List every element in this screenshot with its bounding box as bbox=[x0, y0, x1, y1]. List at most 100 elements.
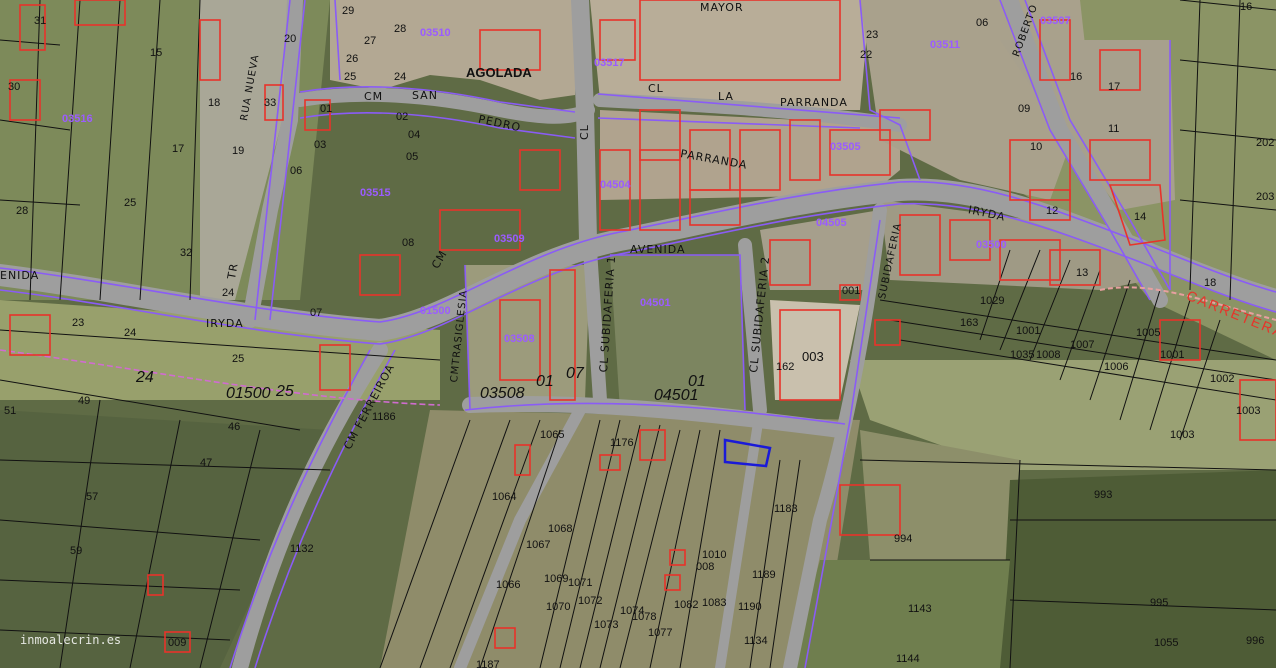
parcel-number: 001 bbox=[842, 285, 861, 297]
sector-label-04501: 04501 bbox=[654, 387, 699, 404]
sector-code: 03511 bbox=[930, 39, 960, 51]
parcel-number: 1144 bbox=[896, 653, 920, 665]
parcel-number: 162 bbox=[776, 361, 795, 373]
parcel-number: 10 bbox=[1030, 141, 1043, 153]
parcel-number: 163 bbox=[960, 317, 979, 329]
terrain-field-sse bbox=[790, 560, 1010, 668]
parcel-number: 46 bbox=[228, 421, 241, 433]
parcel-number: 1007 bbox=[1070, 339, 1095, 351]
sector-label-04501-num: 01 bbox=[688, 373, 706, 390]
parcel-number: 03 bbox=[314, 139, 327, 151]
parcel-number: 30 bbox=[8, 81, 21, 93]
parcel-number: 1069 bbox=[544, 573, 569, 585]
sector-label-03508-num: 01 bbox=[536, 373, 554, 390]
sector-code: 03505 bbox=[830, 141, 861, 153]
parcel-number: 1071 bbox=[568, 577, 593, 589]
parcel-number: 19 bbox=[232, 145, 245, 157]
sector-code: 03507 bbox=[1040, 15, 1071, 27]
street-cl: CL bbox=[648, 82, 664, 95]
parcel-number: 28 bbox=[394, 23, 407, 35]
parcel-number: 51 bbox=[4, 405, 17, 417]
parcel-number: 1082 bbox=[674, 599, 699, 611]
parcel-number: 06 bbox=[976, 17, 989, 29]
parcel-number: 1001 bbox=[1016, 325, 1041, 337]
street-irida-left: IRYDA bbox=[206, 317, 244, 330]
parcel-number: 1077 bbox=[648, 627, 673, 639]
parcel-number: 1134 bbox=[744, 635, 768, 647]
parcel-number: 1072 bbox=[578, 595, 603, 607]
street-tr: TR bbox=[225, 261, 241, 281]
sector-code: 03516 bbox=[62, 113, 93, 125]
parcel-number: 1067 bbox=[526, 539, 551, 551]
sector-code: 03508 bbox=[504, 333, 535, 345]
street-cl-vertical: CL bbox=[578, 124, 591, 140]
road-subidaferia-1 bbox=[583, 243, 607, 407]
parcel-number: 1055 bbox=[1154, 637, 1179, 649]
parcel-number: 1183 bbox=[774, 503, 798, 515]
sector-label-03508: 03508 bbox=[480, 385, 525, 402]
parcel-number: 08 bbox=[402, 237, 415, 249]
sector-code: 03509 bbox=[494, 233, 525, 245]
parcel-number: 996 bbox=[1246, 635, 1265, 647]
sector-code: 04505 bbox=[816, 217, 847, 229]
parcel-number: 06 bbox=[290, 165, 303, 177]
parcel-number: 14 bbox=[1134, 211, 1147, 223]
parcel-number: 24 bbox=[124, 327, 137, 339]
parcel-number: 1010 bbox=[702, 549, 727, 561]
parcel-number: 47 bbox=[200, 457, 213, 469]
parcel-number: 04 bbox=[408, 129, 421, 141]
street-la: LA bbox=[718, 90, 734, 103]
street-avenida: AVENIDA bbox=[630, 243, 686, 256]
parcel-number: 15 bbox=[150, 47, 163, 59]
parcel-number: 24 bbox=[394, 71, 407, 83]
map-canvas bbox=[0, 0, 1276, 668]
sector-label-24: 24 bbox=[136, 369, 154, 386]
parcel-number: 09 bbox=[1018, 103, 1031, 115]
place-name: AGOLADA bbox=[466, 65, 532, 80]
street-san: SAN bbox=[412, 89, 438, 102]
parcel-number: 1064 bbox=[492, 491, 517, 503]
parcel-number: 1065 bbox=[540, 429, 565, 441]
parcel-number: 20 bbox=[284, 33, 297, 45]
parcel-number: 1002 bbox=[1210, 373, 1235, 385]
parcel-number: 1078 bbox=[632, 611, 657, 623]
parcel-number: 32 bbox=[180, 247, 193, 259]
parcel-number: 25 bbox=[232, 353, 245, 365]
parcel-number: 1190 bbox=[738, 601, 762, 613]
terrain-forest-se bbox=[1000, 470, 1276, 668]
parcel-number: 05 bbox=[406, 151, 419, 163]
parcel-number: 994 bbox=[894, 533, 913, 545]
parcel-number: 1066 bbox=[496, 579, 521, 591]
street-cm: CM bbox=[364, 90, 384, 103]
watermark-text: inmoalecrin.es bbox=[20, 633, 122, 647]
parcel-number: 13 bbox=[1076, 267, 1089, 279]
sector-code: 04504 bbox=[600, 179, 631, 191]
parcel-number: 1006 bbox=[1104, 361, 1129, 373]
cadastral-map[interactable]: AGOLADA CM SAN PEDRO CL LA PARRANDA AVEN… bbox=[0, 0, 1276, 668]
parcel-number: 12 bbox=[1046, 205, 1059, 217]
parcel-number: 11 bbox=[1108, 123, 1120, 135]
parcel-number: 1005 bbox=[1136, 327, 1161, 339]
parcel-number: 1001 bbox=[1160, 349, 1185, 361]
parcel-number: 07 bbox=[310, 307, 323, 319]
parcel-number: 22 bbox=[860, 49, 873, 61]
sector-code: 03500 bbox=[976, 239, 1007, 251]
parcel-number: 28 bbox=[16, 205, 29, 217]
parcel-number: 1070 bbox=[546, 601, 571, 613]
parcel-number: 17 bbox=[1108, 81, 1121, 93]
sector-code: 03510 bbox=[420, 27, 451, 39]
parcel-number: 009 bbox=[168, 637, 187, 649]
parcel-number: 003 bbox=[802, 349, 824, 364]
sector-code: 03515 bbox=[360, 187, 391, 199]
parcel-number: 16 bbox=[1070, 71, 1083, 83]
parcel-number: 27 bbox=[364, 35, 377, 47]
parcel-number: 18 bbox=[208, 97, 221, 109]
parcel-number: 57 bbox=[86, 491, 99, 503]
parcel-number: 25 bbox=[124, 197, 137, 209]
sector-code: 01500 bbox=[420, 305, 451, 317]
parcel-number: 17 bbox=[172, 143, 185, 155]
parcel-number: 18 bbox=[1204, 277, 1217, 289]
parcel-number: 1083 bbox=[702, 597, 727, 609]
parcel-number: 59 bbox=[70, 545, 83, 557]
street-mayor: MAYOR bbox=[700, 1, 744, 14]
